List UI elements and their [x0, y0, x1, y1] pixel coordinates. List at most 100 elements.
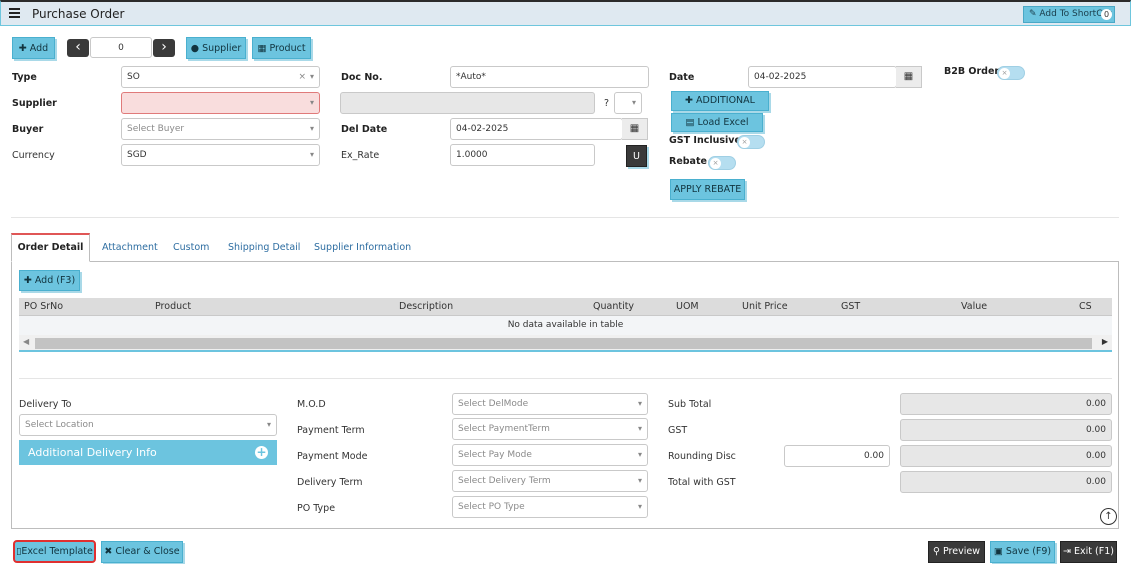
delivery-term-select[interactable]: Select Delivery Term ▾	[452, 470, 648, 492]
rounding-disc-value: 0.00	[900, 445, 1112, 467]
mod-select[interactable]: Select DelMode ▾	[452, 393, 648, 415]
horizontal-scrollbar[interactable]: ◀ ▶	[19, 335, 1112, 352]
rounding-disc-label: Rounding Disc	[668, 451, 736, 462]
deldate-input[interactable]: 04-02-2025	[450, 118, 623, 140]
add-label: Add	[29, 43, 49, 54]
add-row-button[interactable]: ✚ Add (F3)	[19, 270, 80, 291]
chevron-down-icon: ▾	[266, 420, 271, 429]
sub-total-value: 0.00	[900, 393, 1112, 415]
calendar-icon[interactable]: ▦	[896, 66, 922, 88]
tab-supplier-information[interactable]: Supplier Information	[314, 242, 411, 253]
column-header[interactable]: Unit Price	[742, 301, 788, 312]
chevron-down-icon: ▾	[637, 424, 642, 433]
scroll-to-top-icon[interactable]: ↑	[1100, 508, 1117, 525]
scroll-left-icon[interactable]: ◀	[23, 337, 29, 346]
total-with-gst-value: 0.00	[900, 471, 1112, 493]
type-select[interactable]: SO × ▾	[121, 66, 320, 88]
preview-button[interactable]: ⚲ Preview	[928, 541, 985, 563]
sub-total-label: Sub Total	[668, 399, 712, 410]
apply-rebate-button[interactable]: APPLY REBATE	[670, 179, 745, 200]
payment-term-select[interactable]: Select PaymentTerm ▾	[452, 418, 648, 440]
supplier-name-field	[340, 92, 595, 114]
column-header[interactable]: CS	[1079, 301, 1092, 312]
chevron-down-icon: ▾	[309, 124, 314, 133]
buyer-placeholder: Select Buyer	[127, 124, 185, 134]
additional-button[interactable]: ✚ ADDITIONAL	[671, 91, 769, 111]
supplier-extra-select[interactable]: ▾	[614, 92, 642, 114]
tab-shipping-detail[interactable]: Shipping Detail	[228, 242, 300, 253]
gst-inclusive-toggle[interactable]: ×	[737, 135, 765, 149]
product-button[interactable]: ▦ Product	[252, 37, 311, 59]
supplier-button-label: Supplier	[202, 43, 242, 54]
docno-input[interactable]: *Auto*	[450, 66, 649, 88]
supplier-select[interactable]: ▾	[121, 92, 320, 114]
grid-header: PO SrNo Product Description Quantity UOM…	[19, 298, 1112, 316]
chevron-down-icon: ▾	[637, 476, 642, 485]
column-header[interactable]: UOM	[676, 301, 699, 312]
delivery-term-label: Delivery Term	[297, 477, 363, 488]
currency-select[interactable]: SGD ▾	[121, 144, 320, 166]
b2b-label: B2B Order	[944, 66, 1000, 77]
load-excel-label: Load Excel	[697, 117, 749, 128]
payment-mode-select[interactable]: Select Pay Mode ▾	[452, 444, 648, 466]
buyer-label: Buyer	[12, 124, 44, 135]
po-type-select[interactable]: Select PO Type ▾	[452, 496, 648, 518]
plus-icon: ✚	[18, 43, 27, 54]
record-index-input[interactable]: 0	[90, 37, 152, 58]
clear-close-button[interactable]: ✖ Clear & Close	[101, 541, 183, 563]
tab-attachment[interactable]: Attachment	[102, 242, 158, 253]
exrate-input[interactable]: 1.0000	[450, 144, 595, 166]
gst-value: 0.00	[900, 419, 1112, 441]
grid-icon: ▦	[257, 43, 267, 54]
toggle-off-icon: ×	[999, 68, 1010, 79]
menu-icon[interactable]	[9, 8, 20, 20]
section-divider	[19, 378, 1112, 379]
add-button[interactable]: ✚ Add	[12, 37, 55, 59]
update-rate-button[interactable]: U	[626, 145, 647, 167]
chevron-down-icon: ▾	[631, 98, 636, 107]
rounding-disc-input[interactable]: 0.00	[784, 445, 890, 467]
excel-template-label: Excel Template	[21, 546, 93, 557]
user-icon: ●	[190, 43, 200, 54]
date-input[interactable]: 04-02-2025	[748, 66, 897, 88]
location-select[interactable]: Select Location ▾	[19, 414, 277, 436]
add-row-label: Add (F3)	[34, 275, 76, 286]
toggle-off-icon: ×	[739, 137, 750, 148]
additional-delivery-info-button[interactable]: Additional Delivery Info +	[19, 440, 277, 465]
exit-button[interactable]: ⇥ Exit (F1)	[1060, 541, 1117, 563]
tab-order-detail[interactable]: Order Detail	[11, 233, 90, 262]
mod-label: M.O.D	[297, 399, 326, 410]
supplier-button[interactable]: ● Supplier	[186, 37, 246, 59]
chevron-down-icon: ▾	[309, 72, 314, 81]
total-with-gst-label: Total with GST	[668, 477, 736, 488]
additional-label: ADDITIONAL	[696, 95, 755, 106]
save-button[interactable]: ▣ Save (F9)	[990, 541, 1055, 563]
column-header[interactable]: Quantity	[593, 301, 634, 312]
location-placeholder: Select Location	[25, 420, 94, 430]
scroll-right-icon[interactable]: ▶	[1102, 337, 1108, 346]
column-header[interactable]: Description	[399, 301, 453, 312]
docno-label: Doc No.	[341, 72, 383, 83]
calendar-icon[interactable]: ▦	[622, 118, 648, 140]
scrollbar-thumb[interactable]	[35, 338, 1092, 349]
add-to-shortcut-button[interactable]: ✎ Add To ShortCut 0	[1023, 6, 1115, 23]
tab-custom[interactable]: Custom	[173, 242, 209, 253]
excel-template-button[interactable]: ▯Excel Template	[13, 540, 96, 563]
prev-record-button[interactable]: ‹	[67, 39, 89, 57]
buyer-select[interactable]: Select Buyer ▾	[121, 118, 320, 140]
column-header[interactable]: PO SrNo	[24, 301, 63, 312]
clear-icon[interactable]: ×	[298, 67, 306, 87]
plus-icon: ✚	[685, 95, 693, 106]
next-record-button[interactable]: ›	[153, 39, 175, 57]
column-header[interactable]: Product	[155, 301, 191, 312]
delivery-term-placeholder: Select Delivery Term	[458, 476, 551, 486]
chevron-down-icon: ▾	[309, 150, 314, 159]
toggle-off-icon: ×	[710, 158, 721, 169]
rebate-label: Rebate	[669, 156, 707, 167]
rebate-toggle[interactable]: ×	[708, 156, 736, 170]
shortcut-count-badge: 0	[1101, 9, 1112, 20]
column-header[interactable]: Value	[961, 301, 987, 312]
load-excel-button[interactable]: ▤ Load Excel	[671, 113, 763, 132]
column-header[interactable]: GST	[841, 301, 860, 312]
b2b-toggle[interactable]: ×	[997, 66, 1025, 80]
